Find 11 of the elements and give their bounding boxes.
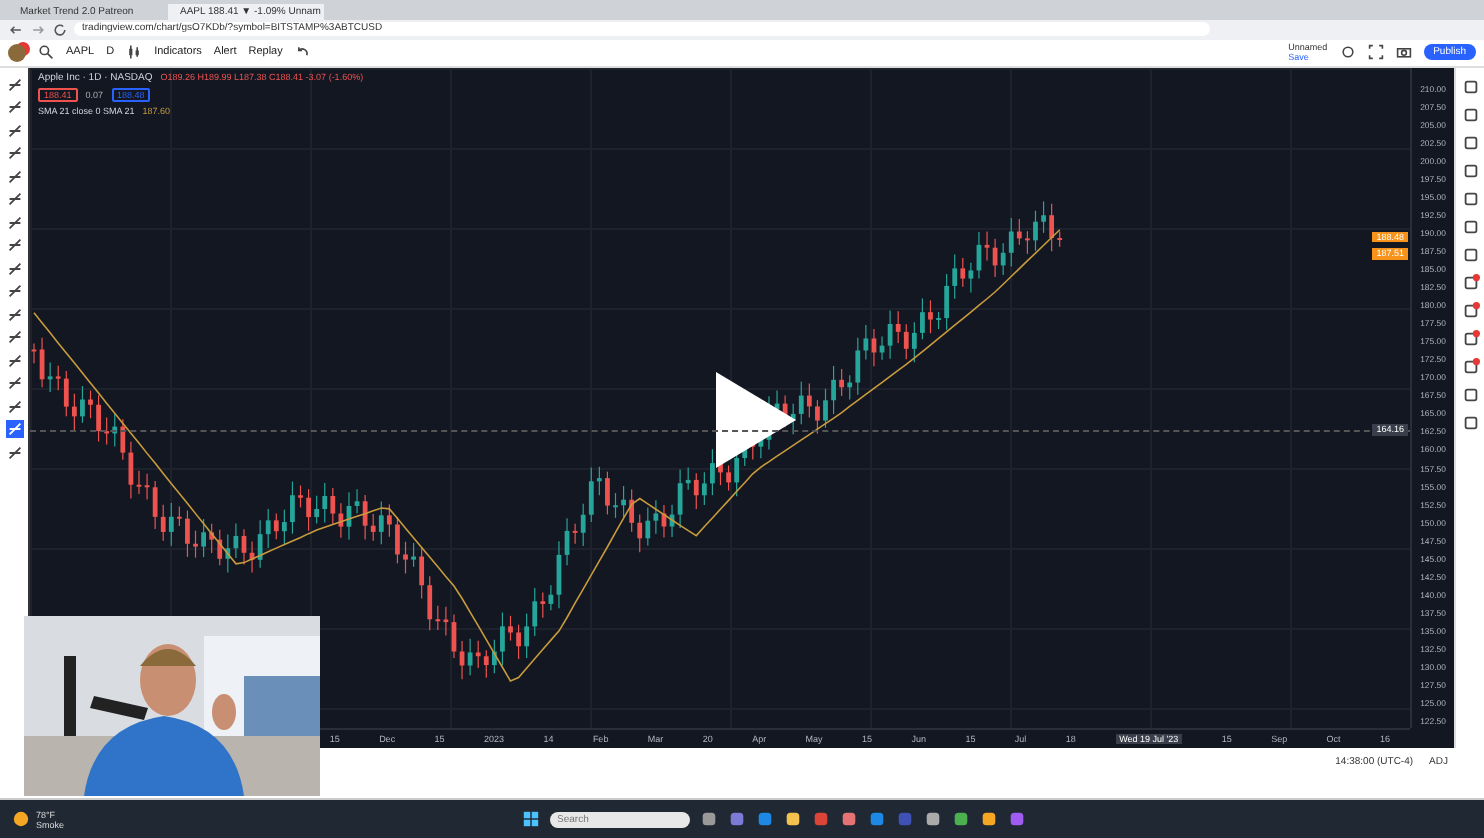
settings-icon[interactable] [1339,44,1356,61]
reload-icon[interactable] [52,21,68,38]
fullscreen-icon[interactable] [1367,44,1384,61]
start-icon[interactable] [521,810,540,829]
avatar-icon[interactable] [8,43,26,62]
sun-icon[interactable] [12,810,30,829]
undo-icon[interactable] [294,44,311,61]
candles-icon[interactable] [126,44,143,61]
back-icon[interactable] [8,21,24,38]
camera-icon[interactable] [1395,44,1412,61]
search-icon[interactable] [38,44,54,61]
